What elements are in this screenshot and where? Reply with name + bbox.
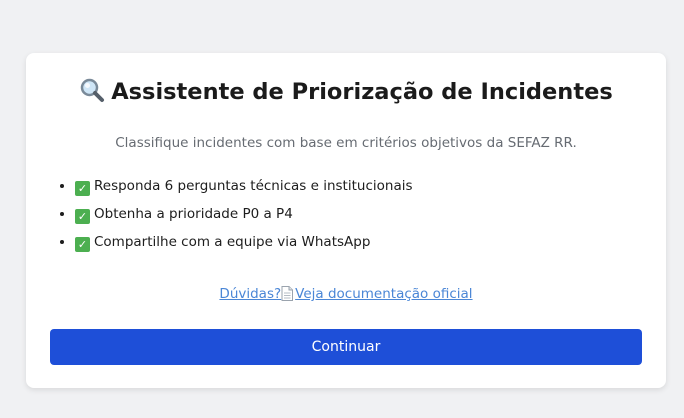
feature-item: ✓ Responda 6 perguntas técnicas e institu… — [75, 176, 413, 204]
check-mark-icon: ✓ — [75, 237, 90, 252]
subtitle: Classifique incidentes com base em crité… — [115, 135, 577, 151]
feature-list: ✓ Responda 6 perguntas técnicas e institu… — [59, 176, 413, 260]
help-link-text: Veja documentação oficial — [295, 286, 473, 302]
title-text: Assistente de Priorização de Incidentes — [111, 79, 613, 105]
feature-text: Compartilhe com a equipe via WhatsApp — [94, 234, 371, 250]
check-mark-icon: ✓ — [75, 209, 90, 224]
help-link-container: Dúvidas? Veja documentação oficial — [26, 285, 666, 303]
magnifying-glass-icon — [81, 78, 105, 102]
help-prefix: Dúvidas? — [219, 286, 282, 302]
feature-item: ✓ Obtenha a prioridade P0 a P4 — [75, 204, 413, 232]
feature-item: ✓ Compartilhe com a equipe via WhatsApp — [75, 232, 413, 260]
check-mark-icon: ✓ — [75, 181, 90, 196]
documentation-link[interactable]: Dúvidas? Veja documentação oficial — [219, 286, 473, 302]
welcome-card: Assistente de Priorização de Incidentes … — [26, 53, 666, 388]
page-title: Assistente de Priorização de Incidentes — [26, 77, 666, 107]
feature-text: Obtenha a prioridade P0 a P4 — [94, 206, 293, 222]
continue-button[interactable]: Continuar — [50, 329, 642, 365]
document-icon — [281, 286, 294, 301]
feature-text: Responda 6 perguntas técnicas e instituc… — [94, 178, 413, 194]
